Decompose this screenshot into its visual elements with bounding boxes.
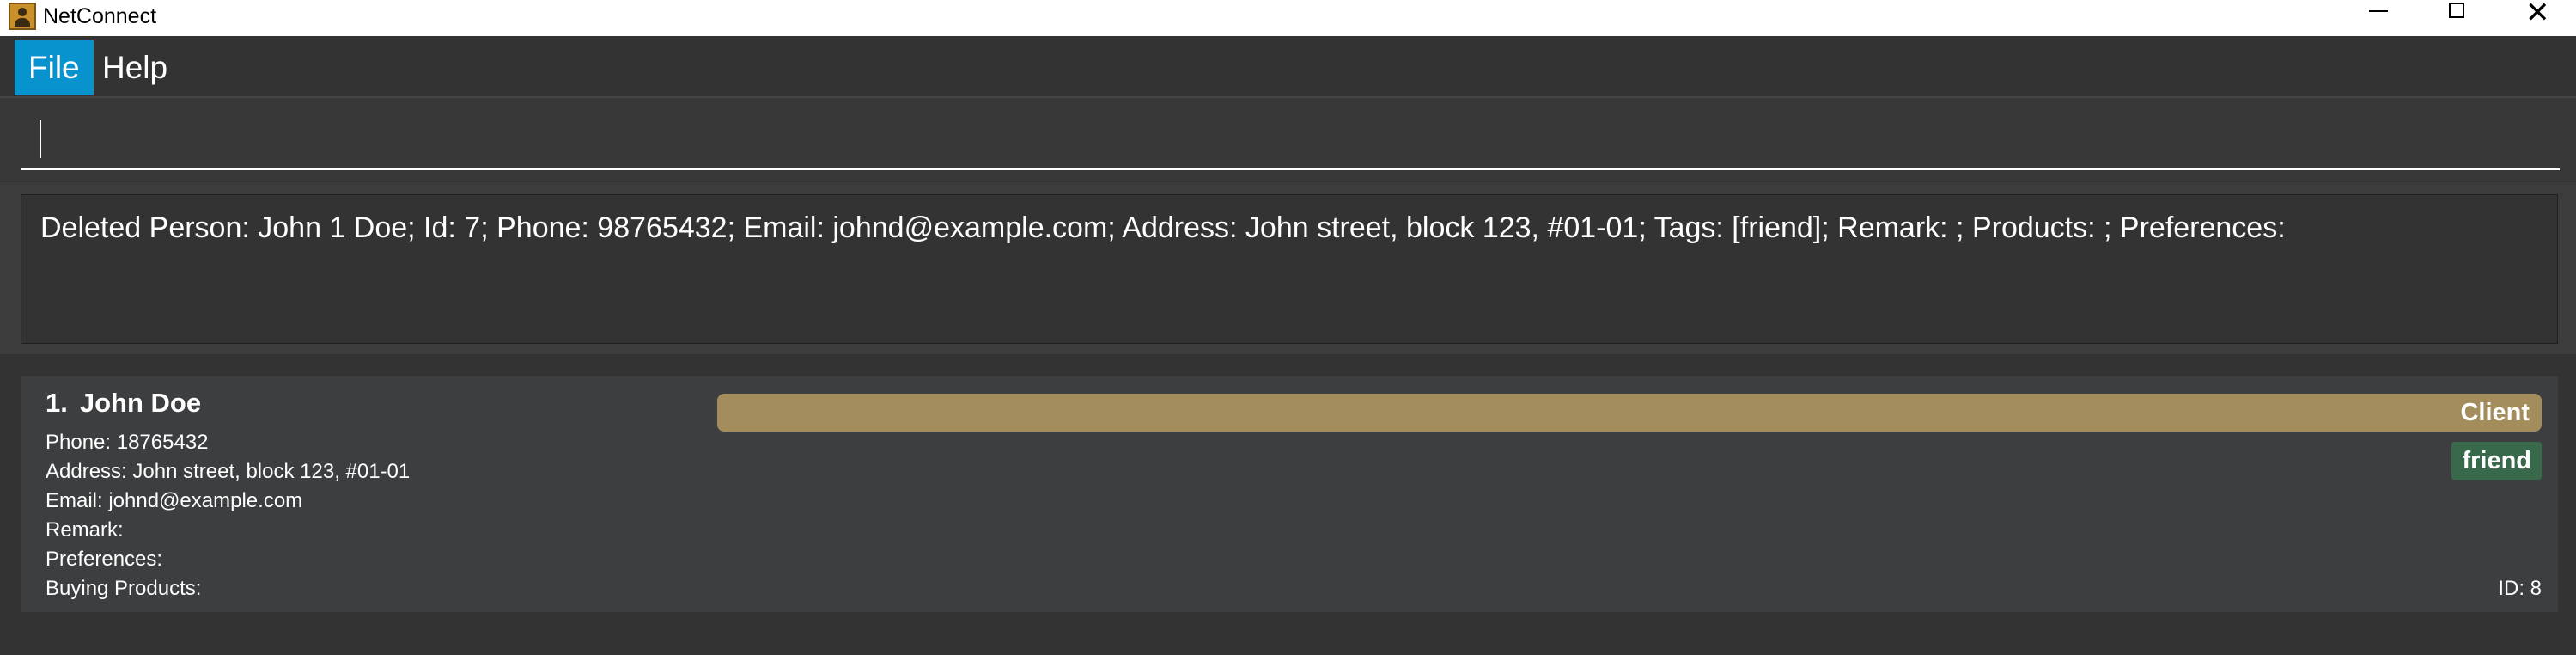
tier-badge: Client bbox=[717, 394, 2542, 432]
tier-label: Client bbox=[2460, 399, 2530, 426]
address-book-icon bbox=[9, 3, 36, 30]
command-input[interactable] bbox=[21, 112, 2560, 170]
person-index: 1. bbox=[46, 388, 68, 418]
minimize-icon bbox=[2369, 10, 2388, 12]
person-name: John Doe bbox=[79, 388, 202, 418]
person-email: Email: johnd@example.com bbox=[46, 489, 303, 512]
person-address: Address: John street, block 123, #01-01 bbox=[46, 460, 411, 483]
close-button[interactable]: ✕ bbox=[2506, 0, 2567, 36]
person-phone: Phone: 18765432 bbox=[46, 431, 209, 454]
person-list: 1. John Doe Phone: 18765432 Address: John… bbox=[0, 356, 2576, 655]
menu-help[interactable]: Help bbox=[88, 40, 181, 95]
person-card[interactable]: 1. John Doe Phone: 18765432 Address: John… bbox=[21, 376, 2558, 612]
menu-bar: File Help bbox=[0, 36, 2576, 96]
title-bar: NetConnect ✕ bbox=[0, 0, 2576, 36]
maximize-icon bbox=[2449, 3, 2464, 18]
person-preferences: Preferences: bbox=[46, 548, 163, 571]
person-id: ID: 8 bbox=[2498, 577, 2542, 600]
menu-file[interactable]: File bbox=[15, 40, 94, 95]
result-display: Deleted Person: John 1 Doe; Id: 7; Phone… bbox=[0, 182, 2576, 354]
result-box[interactable]: Deleted Person: John 1 Doe; Id: 7; Phone… bbox=[21, 194, 2558, 344]
person-remark: Remark: bbox=[46, 518, 124, 542]
tag-badge: friend bbox=[2451, 442, 2542, 480]
person-name-line: 1. John Doe bbox=[46, 385, 201, 421]
text-caret bbox=[40, 120, 41, 158]
maximize-button[interactable] bbox=[2427, 0, 2488, 36]
person-products: Buying Products: bbox=[46, 577, 202, 600]
command-box bbox=[0, 98, 2576, 181]
window-title: NetConnect bbox=[43, 4, 157, 28]
close-icon: ✕ bbox=[2525, 0, 2550, 29]
minimize-button[interactable] bbox=[2348, 0, 2408, 36]
result-message: Deleted Person: John 1 Doe; Id: 7; Phone… bbox=[40, 211, 2286, 244]
